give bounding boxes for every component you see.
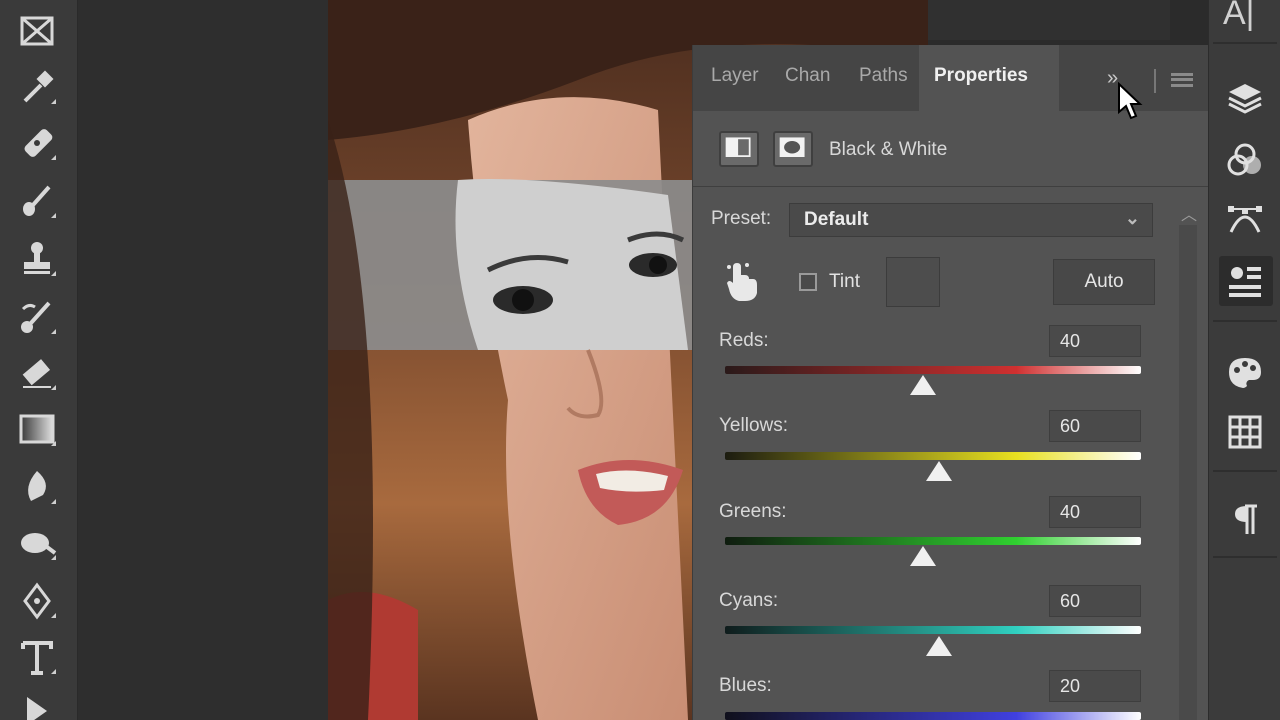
blues-value-field[interactable]: 20 — [1049, 670, 1141, 702]
cyans-slider-thumb[interactable] — [926, 636, 952, 656]
brush-tool-icon[interactable] — [12, 178, 62, 224]
cyans-value-field[interactable]: 60 — [1049, 585, 1141, 617]
type-tool-icon[interactable] — [12, 634, 62, 680]
history-brush-tool-icon[interactable] — [12, 294, 62, 340]
right-dock: A| — [1208, 0, 1280, 720]
preset-value: Default — [804, 209, 869, 230]
blur-tool-icon[interactable] — [12, 464, 62, 510]
tab-properties[interactable]: Properties — [934, 65, 1028, 87]
preset-label: Preset: — [711, 208, 772, 229]
properties-panel: Layer Chan Paths Properties » Black & Wh… — [692, 45, 1209, 720]
eraser-tool-icon[interactable] — [12, 350, 62, 396]
yellows-slider-thumb[interactable] — [926, 461, 952, 481]
paths-panel-icon[interactable] — [1223, 196, 1267, 240]
reds-slider-thumb[interactable] — [910, 375, 936, 395]
reds-slider-track[interactable] — [725, 366, 1141, 374]
layers-panel-icon[interactable] — [1223, 76, 1267, 120]
greens-slider-track[interactable] — [725, 537, 1141, 545]
tint-checkbox[interactable] — [799, 273, 817, 291]
dock-divider — [1213, 42, 1277, 44]
reds-label: Reds: — [719, 330, 769, 351]
blues-slider-track[interactable] — [725, 712, 1141, 720]
adjustment-layer-icon[interactable] — [719, 131, 759, 167]
pen-tool-icon[interactable] — [12, 578, 62, 624]
dock-divider — [1213, 320, 1277, 322]
tab-divider — [1154, 69, 1156, 93]
photoshop-window: Layer Chan Paths Properties » Black & Wh… — [0, 0, 1280, 720]
blues-label: Blues: — [719, 675, 772, 696]
character-panel-icon[interactable]: A| — [1223, 0, 1255, 33]
auto-button[interactable]: Auto — [1053, 259, 1155, 305]
tools-panel — [0, 0, 78, 720]
frame-tool-icon[interactable] — [12, 8, 62, 54]
channels-panel-icon[interactable] — [1223, 138, 1267, 182]
greens-label: Greens: — [719, 501, 787, 522]
dock-divider — [1213, 556, 1277, 558]
path-selection-tool-icon[interactable] — [12, 688, 62, 720]
greens-slider-thumb[interactable] — [910, 546, 936, 566]
eyedropper-tool-icon[interactable] — [12, 64, 62, 110]
paragraph-panel-icon[interactable] — [1223, 498, 1267, 542]
greens-value-field[interactable]: 40 — [1049, 496, 1141, 528]
layer-mask-icon[interactable] — [773, 131, 813, 167]
tab-channels[interactable]: Chan — [785, 65, 830, 87]
document-tab-area — [920, 0, 1170, 40]
grid-panel-icon[interactable] — [1223, 410, 1267, 454]
tint-label: Tint — [829, 271, 860, 292]
adjustment-title: Black & White — [829, 139, 948, 160]
yellows-slider-track[interactable] — [725, 452, 1141, 460]
properties-panel-icon[interactable] — [1223, 259, 1267, 303]
chevron-down-icon: ⌄ — [1124, 208, 1140, 228]
cyans-slider-track[interactable] — [725, 626, 1141, 634]
scroll-up-icon[interactable]: ︿ — [1181, 201, 1197, 225]
panel-scrollbar[interactable] — [1179, 225, 1197, 720]
reds-value-field[interactable]: 40 — [1049, 325, 1141, 357]
targeted-adjustment-hand-icon[interactable] — [721, 259, 761, 303]
yellows-label: Yellows: — [719, 415, 789, 436]
dock-divider — [1213, 470, 1277, 472]
clone-stamp-tool-icon[interactable] — [12, 236, 62, 282]
gradient-tool-icon[interactable] — [12, 406, 62, 452]
tint-color-swatch[interactable] — [886, 257, 940, 307]
cyans-label: Cyans: — [719, 590, 779, 611]
yellows-value-field[interactable]: 60 — [1049, 410, 1141, 442]
healing-brush-tool-icon[interactable] — [12, 120, 62, 166]
mouse-cursor-icon — [1117, 81, 1143, 122]
canvas-pasteboard — [78, 0, 328, 720]
adjustment-header: Black & White — [693, 111, 1209, 187]
tab-paths[interactable]: Paths — [859, 65, 908, 87]
dodge-tool-icon[interactable] — [12, 520, 62, 566]
panel-menu-icon[interactable] — [1171, 73, 1193, 87]
preset-dropdown[interactable]: Default ⌄ — [789, 203, 1153, 237]
tab-layers[interactable]: Layer — [711, 65, 759, 87]
swatches-panel-icon[interactable] — [1223, 350, 1267, 394]
